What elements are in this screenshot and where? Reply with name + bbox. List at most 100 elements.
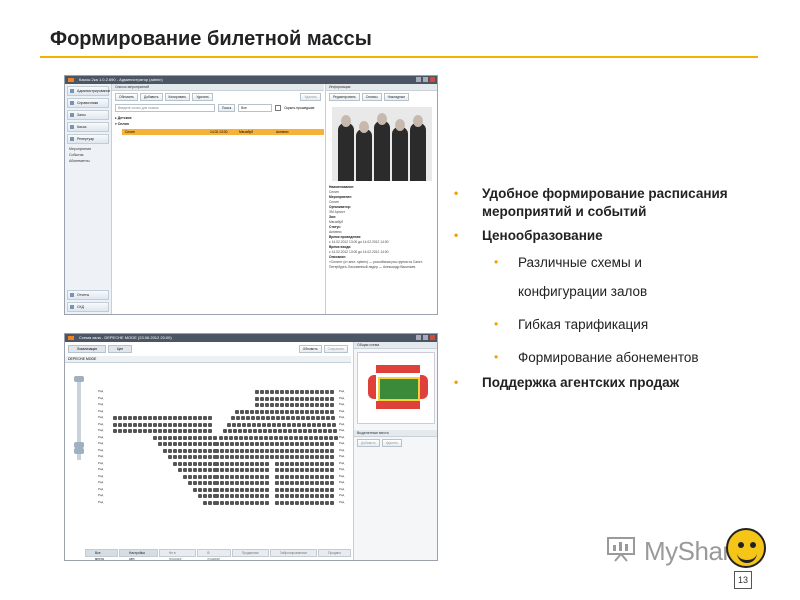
seat[interactable] [235,500,239,505]
seat[interactable] [203,500,207,505]
seat[interactable] [225,468,229,472]
seat[interactable] [255,481,259,485]
seat[interactable] [305,448,309,453]
seat[interactable] [320,487,324,492]
seat[interactable] [280,455,284,459]
seat[interactable] [301,416,305,420]
seat[interactable] [325,455,329,459]
seat[interactable] [265,461,269,466]
seat[interactable] [188,474,192,479]
seat[interactable] [178,455,182,459]
seat[interactable] [208,429,212,433]
tab-reserved[interactable]: Забронированные [269,549,318,557]
seat[interactable] [297,422,301,427]
seat[interactable] [330,403,334,407]
seat[interactable] [330,442,334,446]
sidebar-item-halls[interactable]: Залы [67,110,109,120]
seat[interactable] [320,396,324,401]
seat[interactable] [314,435,318,440]
seat[interactable] [290,390,294,394]
seat[interactable] [138,416,142,420]
seat[interactable] [188,468,192,472]
seat[interactable] [235,474,239,479]
seat[interactable] [310,500,314,505]
seat[interactable] [326,416,330,420]
seat[interactable] [275,461,279,466]
seat[interactable] [198,468,202,472]
seat[interactable] [173,422,177,427]
seat[interactable] [270,403,274,407]
seat[interactable] [225,474,229,479]
seat[interactable] [321,416,325,420]
seat[interactable] [315,487,319,492]
seat[interactable] [275,442,279,446]
seat[interactable] [290,455,294,459]
seat[interactable] [265,390,269,394]
seat[interactable] [330,494,334,498]
seat[interactable] [259,435,263,440]
seat[interactable] [208,468,212,472]
seat[interactable] [289,435,293,440]
seat[interactable] [240,448,244,453]
seat[interactable] [178,442,182,446]
seat[interactable] [240,481,244,485]
seat[interactable] [305,474,309,479]
seat[interactable] [274,435,278,440]
seat[interactable] [260,474,264,479]
seat[interactable] [225,461,229,466]
seat[interactable] [225,448,229,453]
seat[interactable] [303,429,307,433]
seat[interactable] [213,481,217,485]
seat[interactable] [304,435,308,440]
seat[interactable] [300,500,304,505]
seat[interactable] [251,416,255,420]
seat[interactable] [290,500,294,505]
sidebar-item-repertoire[interactable]: Репертуар [67,134,109,144]
seat[interactable] [244,435,248,440]
sidebar-item-admin[interactable]: Администрирование [67,86,110,96]
seat[interactable] [255,494,259,498]
seat[interactable] [302,422,306,427]
seat[interactable] [276,416,280,420]
seat[interactable] [163,442,167,446]
seat[interactable] [315,396,319,401]
seat[interactable] [213,448,217,453]
seat[interactable] [238,429,242,433]
seat[interactable] [328,429,332,433]
seat[interactable] [163,429,167,433]
seat[interactable] [230,500,234,505]
seat[interactable] [316,416,320,420]
seat[interactable] [183,448,187,453]
seat[interactable] [310,468,314,472]
seat[interactable] [325,396,329,401]
seat[interactable] [203,494,207,498]
seat[interactable] [295,409,299,414]
invoices-button[interactable]: Накладные [383,93,410,101]
seat[interactable] [260,468,264,472]
seat[interactable] [208,448,212,453]
seat[interactable] [230,455,234,459]
seat[interactable] [315,468,319,472]
seat[interactable] [143,422,147,427]
seat[interactable] [193,429,197,433]
seat[interactable] [148,416,152,420]
seat[interactable] [315,500,319,505]
seat[interactable] [242,422,246,427]
seat[interactable] [168,442,172,446]
seat[interactable] [325,500,329,505]
seat[interactable] [330,468,334,472]
seat[interactable] [245,448,249,453]
seat[interactable] [158,422,162,427]
seat[interactable] [203,416,207,420]
seat[interactable] [231,416,235,420]
seat[interactable] [198,461,202,466]
seat[interactable] [275,403,279,407]
seat[interactable] [295,442,299,446]
seat[interactable] [260,487,264,492]
seat[interactable] [280,461,284,466]
seat[interactable] [245,487,249,492]
seat[interactable] [198,474,202,479]
seat[interactable] [320,468,324,472]
seat[interactable] [183,442,187,446]
seat[interactable] [234,435,238,440]
